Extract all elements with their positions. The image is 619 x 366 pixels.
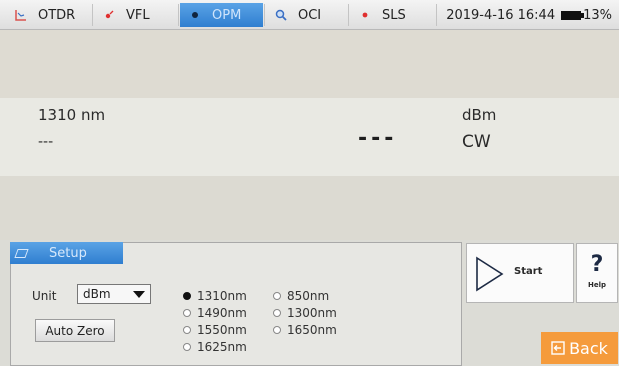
wavelength-option-1625[interactable]: 1625nm: [183, 340, 247, 354]
status-area: 2019-4-16 16:44 13%: [446, 8, 612, 23]
wavelength-option-1550[interactable]: 1550nm: [183, 323, 247, 337]
help-button[interactable]: ? Help: [576, 243, 618, 303]
sls-icon: [354, 5, 376, 25]
tab-sls[interactable]: SLS: [350, 3, 434, 27]
play-icon: [476, 256, 504, 292]
help-icon: ?: [590, 252, 604, 277]
tab-separator: [178, 4, 179, 26]
opm-icon: [184, 5, 206, 25]
radio-dot: [273, 309, 281, 317]
oci-icon: [270, 5, 292, 25]
top-bar: OTDR VFL OPM OCI SLS 2019-4-16 16:44 13%: [0, 0, 619, 30]
upper-area: [0, 30, 619, 98]
radio-dot: [183, 292, 191, 300]
unit-select[interactable]: dBm: [77, 284, 151, 304]
wavelength-option-1490[interactable]: 1490nm: [183, 306, 247, 320]
tab-setup[interactable]: Setup: [10, 242, 123, 264]
tab-separator: [92, 4, 93, 26]
radio-dot: [183, 343, 191, 351]
tab-separator: [264, 4, 265, 26]
radio-dot: [183, 309, 191, 317]
lower-area: [0, 176, 619, 240]
tab-separator: [348, 4, 349, 26]
wavelength-option-850[interactable]: 850nm: [273, 289, 329, 303]
chevron-down-icon: [133, 291, 145, 298]
reading-band: 1310 nm --- --- dBm CW: [0, 98, 619, 176]
power-reading: ---: [358, 126, 398, 151]
tab-separator: [436, 4, 437, 26]
back-button[interactable]: Back: [541, 332, 618, 364]
help-label: Help: [587, 281, 607, 289]
radio-dot: [273, 292, 281, 300]
battery-level: 13%: [583, 8, 612, 23]
vfl-icon: [98, 5, 120, 25]
start-button[interactable]: Start: [466, 243, 574, 303]
radio-dot: [273, 326, 281, 334]
wavelength-option-1300[interactable]: 1300nm: [273, 306, 337, 320]
setup-icon: [14, 248, 29, 258]
start-label: Start: [514, 266, 543, 277]
wavelength-label: 1310 nm: [38, 106, 106, 124]
tab-vfl[interactable]: VFL: [94, 3, 176, 27]
mode-label: CW: [462, 132, 491, 152]
exit-icon: [551, 341, 565, 355]
unit-label: dBm: [462, 106, 497, 124]
auto-zero-button[interactable]: Auto Zero: [35, 319, 115, 342]
battery-icon: [561, 11, 585, 20]
tab-opm[interactable]: OPM: [180, 3, 263, 27]
tab-oci[interactable]: OCI: [266, 3, 346, 27]
unit-field-label: Unit: [32, 289, 57, 303]
radio-dot: [183, 326, 191, 334]
datetime: 2019-4-16 16:44: [446, 8, 556, 23]
wavelength-option-1310[interactable]: 1310nm: [183, 289, 247, 303]
wavelength-option-1650[interactable]: 1650nm: [273, 323, 337, 337]
secondary-reading: ---: [38, 134, 54, 150]
otdr-icon: [10, 5, 32, 25]
tab-otdr[interactable]: OTDR: [6, 3, 90, 27]
